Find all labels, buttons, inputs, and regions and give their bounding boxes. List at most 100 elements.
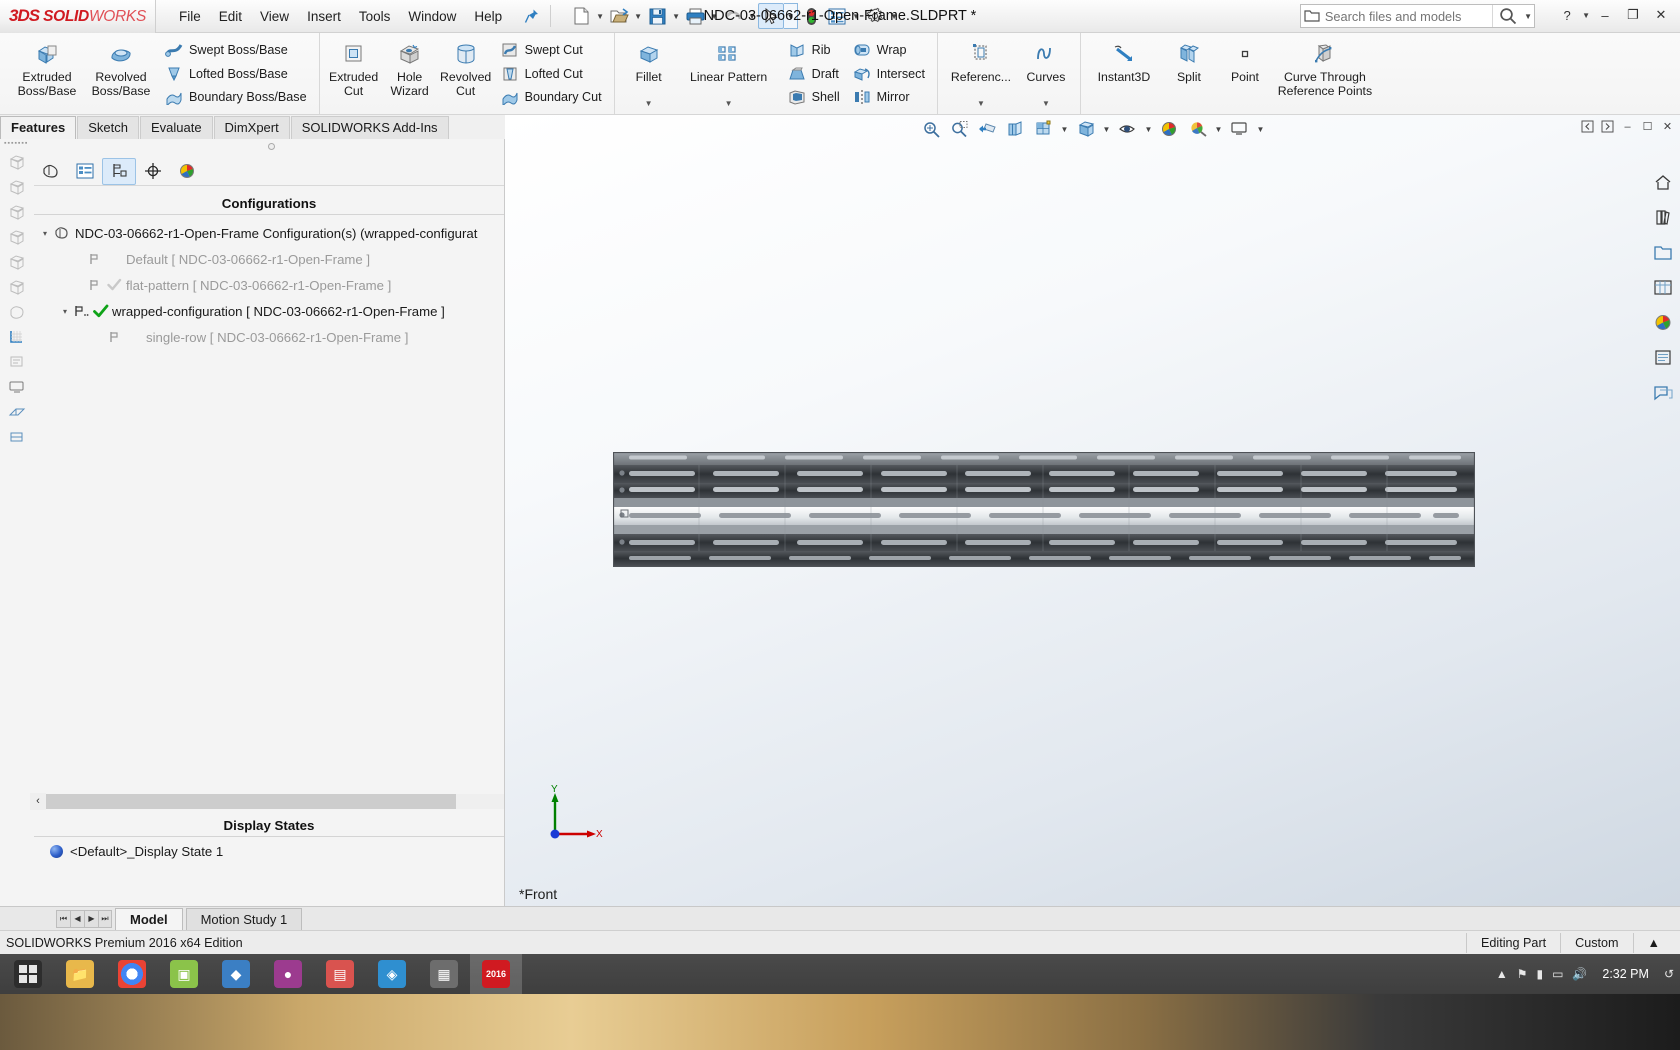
close-button[interactable]: ✕ [1648, 3, 1674, 27]
fillet-dropdown-caret[interactable]: ▼ [645, 99, 653, 111]
fillet-button[interactable]: Fillet ▼ [621, 35, 677, 112]
intersect-button[interactable]: Intersect [846, 62, 931, 86]
search-dropdown-caret[interactable]: ▼ [1522, 12, 1534, 21]
solidworks-taskbar-icon[interactable]: 2016 [470, 954, 522, 994]
property-manager-tab[interactable] [68, 158, 102, 185]
tree-node-single-row[interactable]: single-row [ NDC-03-06662-r1-Open-Frame … [34, 324, 504, 350]
tab-evaluate[interactable]: Evaluate [139, 116, 213, 139]
draft-button[interactable]: Draft [781, 62, 846, 86]
section-view-icon[interactable] [1003, 117, 1029, 141]
appearances-scenes-icon[interactable] [1650, 309, 1676, 335]
apply-scene-caret[interactable]: ▼ [1213, 117, 1225, 141]
solidworks-logo[interactable]: 3DS SOLID WORKS [0, 0, 156, 33]
configuration-manager-tab[interactable] [102, 157, 136, 185]
boundary-cut-button[interactable]: Boundary Cut [494, 85, 608, 109]
flyout-cube-icon-2[interactable] [6, 177, 28, 197]
app8-taskbar-icon[interactable]: ◈ [366, 954, 418, 994]
tab-dimxpert[interactable]: DimXpert [213, 116, 290, 139]
chevron-down-icon[interactable]: ▾ [38, 229, 52, 238]
doc-tab-model[interactable]: Model [115, 907, 183, 930]
boundary-boss-base-button[interactable]: Boundary Boss/Base [158, 85, 313, 109]
select-cursor-caret[interactable]: ▼ [784, 3, 799, 29]
app7-taskbar-icon[interactable]: ▤ [314, 954, 366, 994]
split-button[interactable]: Split [1161, 35, 1217, 112]
solidworks-forum-icon[interactable] [1650, 379, 1676, 405]
minimize-doc-icon[interactable]: – [1619, 118, 1636, 135]
undo-icon[interactable] [720, 3, 746, 29]
file-explorer-taskbar-icon[interactable]: 📁 [54, 954, 106, 994]
menu-window[interactable]: Window [399, 5, 465, 28]
tab-sketch[interactable]: Sketch [77, 116, 139, 139]
scroll-track[interactable] [46, 793, 504, 809]
scroll-left-arrow[interactable]: ‹ [30, 792, 46, 810]
doc-tab-motion-study-1[interactable]: Motion Study 1 [185, 907, 303, 930]
curves-button[interactable]: Curves ▼ [1018, 35, 1074, 112]
chevron-down-icon[interactable]: ▾ [58, 307, 72, 316]
instant3d-button[interactable]: Instant3D [1087, 35, 1161, 112]
tab-last-button[interactable]: ⏭ [98, 909, 112, 928]
search-icon[interactable] [1491, 5, 1522, 27]
design-library-icon[interactable] [1650, 204, 1676, 230]
custom-properties-icon[interactable] [1650, 344, 1676, 370]
new-document-icon[interactable] [568, 3, 594, 29]
flyout-display-icon[interactable] [6, 377, 28, 397]
close-doc-icon[interactable]: ✕ [1659, 118, 1676, 135]
hole-wizard-button[interactable]: Hole Wizard [382, 35, 438, 112]
display-style-icon[interactable] [1073, 117, 1099, 141]
hide-show-items-icon[interactable] [1115, 117, 1141, 141]
view-orientation-icon[interactable] [1031, 117, 1057, 141]
home-icon[interactable] [1650, 169, 1676, 195]
reference-geometry-button[interactable]: Referenc... ▼ [944, 35, 1018, 112]
previous-view-icon[interactable] [975, 117, 1001, 141]
restore-button[interactable]: ❐ [1620, 3, 1646, 27]
menu-file[interactable]: File [170, 5, 210, 28]
tree-node-wrapped-configuration[interactable]: ▾ wrapped-configuration [ NDC-03-06662-r… [34, 298, 504, 324]
start-windows-icon[interactable] [2, 954, 54, 994]
extruded-cut-button[interactable]: Extruded Cut [326, 35, 382, 112]
save-icon[interactable] [644, 3, 670, 29]
taskbar-clock[interactable]: 2:32 PM [1596, 967, 1655, 981]
extruded-boss-base-button[interactable]: Extruded Boss/Base [10, 35, 84, 112]
tree-node-default[interactable]: Default [ NDC-03-06662-r1-Open-Frame ] [34, 246, 504, 272]
wrap-button[interactable]: Wrap [846, 38, 931, 62]
save-caret[interactable]: ▼ [670, 3, 682, 29]
tab-first-button[interactable]: ⏮ [56, 909, 70, 928]
notification-bell-icon[interactable]: ↺ [1664, 967, 1674, 981]
panel-expand-right-icon[interactable] [1599, 118, 1616, 135]
new-document-caret[interactable]: ▼ [594, 3, 606, 29]
view-settings-icon[interactable] [1227, 117, 1253, 141]
panel-collapse-left-icon[interactable] [1579, 118, 1596, 135]
app4-taskbar-icon[interactable]: ▣ [158, 954, 210, 994]
swept-cut-button[interactable]: Swept Cut [494, 38, 608, 62]
status-units-caret[interactable]: ▲ [1632, 932, 1674, 953]
tab-features[interactable]: Features [0, 116, 77, 139]
linear-pattern-dropdown-caret[interactable]: ▼ [725, 99, 733, 111]
flyout-cube-icon-6[interactable] [6, 277, 28, 297]
pin-icon[interactable] [521, 5, 543, 27]
tab-solidworks-add-ins[interactable]: SOLIDWORKS Add-Ins [290, 116, 449, 139]
shell-button[interactable]: Shell [781, 85, 846, 109]
revolved-boss-base-button[interactable]: Revolved Boss/Base [84, 35, 158, 112]
rib-button[interactable]: Rib [781, 38, 846, 62]
flyout-sheetmetal-icon[interactable] [6, 402, 28, 422]
tree-node-root[interactable]: ▾ NDC-03-06662-r1-Open-Frame Configurati… [34, 220, 504, 246]
tray-battery-icon[interactable]: ▮ [1536, 967, 1543, 981]
linear-pattern-button[interactable]: Linear Pattern ▼ [677, 35, 781, 112]
flyout-cube-icon-1[interactable] [6, 152, 28, 172]
configuration-tree-hscrollbar[interactable]: ‹ [30, 792, 504, 810]
graphics-area[interactable]: ▼ ▼ ▼ ▼ ▼ – ☐ ✕ Y X *Front [505, 115, 1680, 906]
app5-taskbar-icon[interactable]: ◆ [210, 954, 262, 994]
tray-volume-icon[interactable]: 🔊 [1572, 967, 1587, 981]
apply-scene-icon[interactable] [1185, 117, 1211, 141]
view-orientation-caret[interactable]: ▼ [1059, 117, 1071, 141]
view-settings-caret[interactable]: ▼ [1255, 117, 1267, 141]
select-cursor-icon[interactable] [758, 3, 785, 29]
status-units[interactable]: Custom [1560, 932, 1632, 953]
flyout-solid-body-icon[interactable] [6, 302, 28, 322]
display-style-caret[interactable]: ▼ [1101, 117, 1113, 141]
flyout-cube-icon-5[interactable] [6, 252, 28, 272]
mirror-button[interactable]: Mirror [846, 85, 931, 109]
search-input[interactable] [1322, 7, 1492, 25]
tree-node-flat-pattern[interactable]: flat-pattern [ NDC-03-06662-r1-Open-Fram… [34, 272, 504, 298]
open-document-caret[interactable]: ▼ [632, 3, 644, 29]
